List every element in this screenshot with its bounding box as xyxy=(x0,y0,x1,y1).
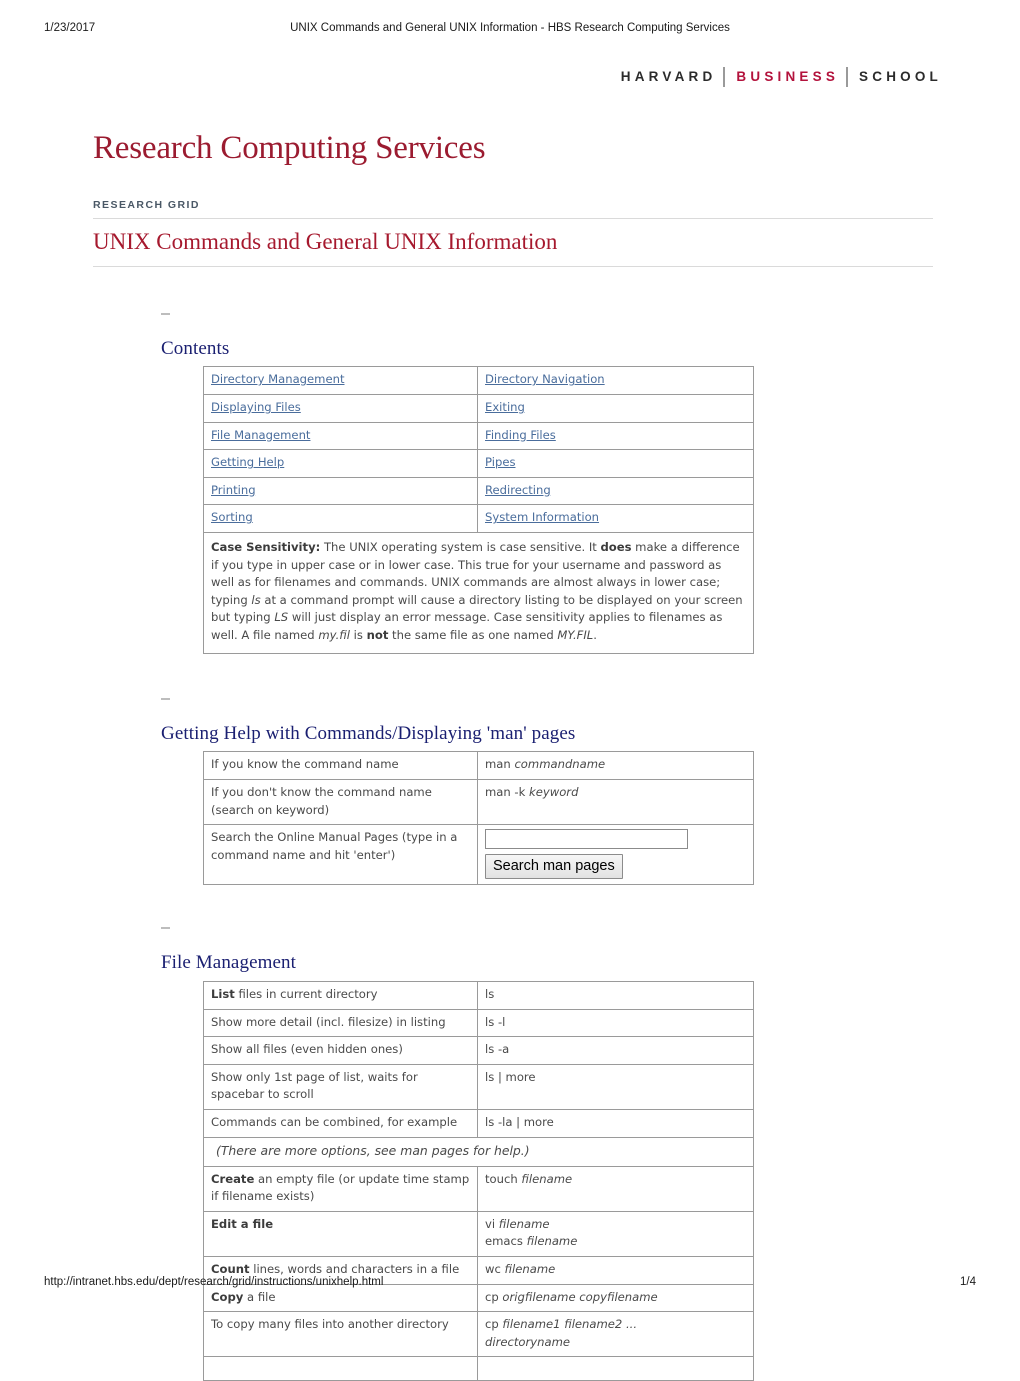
help-label-cell: If you know the command name xyxy=(203,751,478,780)
fm-label-cell: To copy many files into another director… xyxy=(203,1311,478,1358)
table-row: To copy many files into another director… xyxy=(203,1311,754,1358)
table-row: Show all files (even hidden ones) ls -a xyxy=(203,1036,754,1065)
table-row: Printing Redirecting xyxy=(203,476,754,506)
fm-label-cell: Show all files (even hidden ones) xyxy=(203,1036,478,1065)
man-search-input[interactable] xyxy=(485,829,688,850)
fm-label-cell xyxy=(203,1356,478,1381)
fm-command-cell: vi filename emacs filename xyxy=(477,1210,754,1257)
fm-label-cell: Edit a file xyxy=(203,1210,478,1257)
site-title: Research Computing Services xyxy=(93,130,486,166)
table-row xyxy=(203,1356,754,1381)
fm-label-cell: Show more detail (incl. filesize) in lis… xyxy=(203,1008,478,1038)
footer-page-number: 1/4 xyxy=(960,1276,976,1288)
link-exiting[interactable]: Exiting xyxy=(485,400,525,414)
table-row: Directory Management Directory Navigatio… xyxy=(203,366,754,395)
table-row: (There are more options, see man pages f… xyxy=(203,1136,754,1167)
link-pipes[interactable]: Pipes xyxy=(485,455,516,469)
broken-image-icon xyxy=(161,697,170,700)
table-row: If you don't know the command name (sear… xyxy=(203,778,754,826)
page-title: UNIX Commands and General UNIX Informati… xyxy=(93,228,558,254)
print-header-title: UNIX Commands and General UNIX Informati… xyxy=(290,22,730,34)
logo-word-business: BUSINESS xyxy=(736,69,840,85)
fm-command-cell: touch filename xyxy=(477,1165,754,1212)
table-row: Edit a file vi filename emacs filename xyxy=(203,1210,754,1257)
table-row: Show more detail (incl. filesize) in lis… xyxy=(203,1008,754,1038)
file-management-table: List files in current directory ls Show … xyxy=(203,981,754,1381)
fm-label-cell: List files in current directory xyxy=(203,981,478,1010)
page-content: Research Computing Services RESEARCH GRI… xyxy=(93,130,933,1381)
logo-divider-1 xyxy=(723,67,726,87)
link-sorting[interactable]: Sorting xyxy=(211,510,253,524)
table-row: If you know the command name man command… xyxy=(203,751,754,780)
footer-url: http://intranet.hbs.edu/dept/research/gr… xyxy=(44,1276,384,1288)
link-finding-files[interactable]: Finding Files xyxy=(485,428,556,442)
fm-label-cell: Create an empty file (or update time sta… xyxy=(203,1165,478,1212)
link-printing[interactable]: Printing xyxy=(211,483,256,497)
section-getting-help: Getting Help with Commands/Displaying 'm… xyxy=(93,697,933,886)
print-header: 1/23/2017 UNIX Commands and General UNIX… xyxy=(0,22,1020,40)
fm-command-cell: ls | more xyxy=(477,1063,754,1111)
fm-command-cell xyxy=(477,1356,754,1381)
link-redirecting[interactable]: Redirecting xyxy=(485,483,551,497)
fm-command-cell: ls xyxy=(477,981,754,1010)
link-directory-management[interactable]: Directory Management xyxy=(211,372,345,386)
section-file-management: File Management List files in current di… xyxy=(141,927,933,1381)
breadcrumb-kicker: RESEARCH GRID xyxy=(93,198,200,211)
logo-divider-2 xyxy=(846,67,849,87)
link-displaying-files[interactable]: Displaying Files xyxy=(211,400,301,414)
table-row: List files in current directory ls xyxy=(203,981,754,1010)
logo-word-harvard: HARVARD xyxy=(620,69,717,85)
section-contents: Contents Directory Management Directory … xyxy=(93,312,933,654)
link-file-management[interactable]: File Management xyxy=(211,428,310,442)
case-sensitivity-note: Case Sensitivity: The UNIX operating sys… xyxy=(203,531,754,654)
note-label: Case Sensitivity: xyxy=(211,539,321,554)
help-command-cell: man commandname xyxy=(477,751,754,780)
broken-image-icon xyxy=(161,312,170,315)
link-directory-navigation[interactable]: Directory Navigation xyxy=(485,372,605,386)
fm-note-row: (There are more options, see man pages f… xyxy=(203,1136,754,1167)
divider-above-title xyxy=(93,217,933,219)
logo-word-school: SCHOOL xyxy=(859,69,942,85)
help-label-cell: If you don't know the command name (sear… xyxy=(203,778,478,826)
getting-help-heading: Getting Help with Commands/Displaying 'm… xyxy=(161,722,576,744)
table-row: Case Sensitivity: The UNIX operating sys… xyxy=(203,531,754,654)
table-row: File Management Finding Files xyxy=(203,421,754,451)
divider-below-title xyxy=(93,265,933,267)
link-getting-help[interactable]: Getting Help xyxy=(211,455,284,469)
table-row: Show only 1st page of list, waits for sp… xyxy=(203,1063,754,1111)
fm-command-cell: ls -a xyxy=(477,1036,754,1065)
link-system-information[interactable]: System Information xyxy=(485,510,599,524)
contents-heading: Contents xyxy=(161,337,230,359)
fm-command-cell: cp filename1 filename2 ... directoryname xyxy=(477,1311,754,1358)
table-row: Commands can be combined, for example ls… xyxy=(203,1109,754,1138)
search-man-pages-button[interactable]: Search man pages xyxy=(485,854,623,880)
fm-label-cell: Show only 1st page of list, waits for sp… xyxy=(203,1063,478,1111)
broken-image-icon xyxy=(161,927,170,930)
hbs-logo: HARVARD BUSINESS SCHOOL xyxy=(621,66,942,88)
table-row: Create an empty file (or update time sta… xyxy=(203,1165,754,1212)
fm-command-cell: ls -l xyxy=(477,1008,754,1038)
help-command-cell: man -k keyword xyxy=(477,778,754,826)
man-search-label: Search the Online Manual Pages (type in … xyxy=(203,824,478,886)
table-row: Sorting System Information xyxy=(203,504,754,533)
print-footer: http://intranet.hbs.edu/dept/research/gr… xyxy=(0,1276,1020,1292)
file-management-heading: File Management xyxy=(161,952,296,974)
table-row: Displaying Files Exiting xyxy=(203,393,754,423)
contents-table: Directory Management Directory Navigatio… xyxy=(203,366,754,654)
table-row: Getting Help Pipes xyxy=(203,449,754,478)
man-search-cell: Search man pages xyxy=(477,824,754,886)
fm-label-cell: Commands can be combined, for example xyxy=(203,1109,478,1138)
fm-command-cell: ls -la | more xyxy=(477,1109,754,1138)
table-row: Search the Online Manual Pages (type in … xyxy=(203,824,754,886)
getting-help-table: If you know the command name man command… xyxy=(203,751,754,886)
